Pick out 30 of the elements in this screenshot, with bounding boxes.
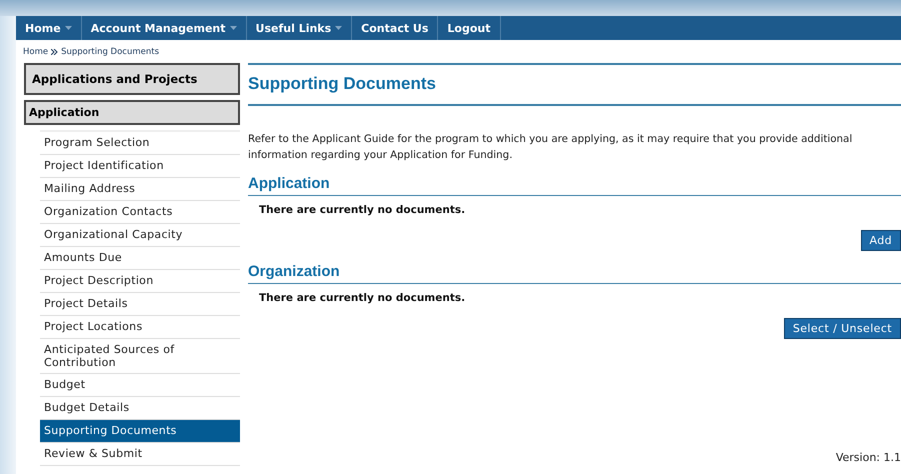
breadcrumb-link[interactable]: Supporting Documents <box>61 47 160 57</box>
sidebar-item[interactable]: Project Description <box>40 270 240 293</box>
sidebar-item[interactable]: Project Locations <box>40 316 240 339</box>
caret-icon <box>64 26 72 30</box>
empty-message: There are currently no documents. <box>258 291 466 304</box>
breadcrumb-link[interactable]: Home <box>23 47 48 57</box>
sidebar-header[interactable]: Application <box>24 100 240 125</box>
version-text: Version: 1.1 <box>836 451 901 466</box>
sidebar-item[interactable]: Review & Submit <box>40 443 240 466</box>
sidebar-item[interactable]: Project Identification <box>40 155 240 178</box>
page-title: Supporting Documents <box>248 63 901 106</box>
sidebar-item[interactable]: Mailing Address <box>40 178 240 201</box>
sidebar-item[interactable]: Anticipated Sources of Contribution <box>40 339 240 374</box>
action-button[interactable]: Select / Unselect <box>784 318 901 339</box>
section-heading: Application <box>248 171 901 196</box>
sidebar-item[interactable]: Organizational Capacity <box>40 224 240 247</box>
caret-icon <box>335 26 342 30</box>
empty-message: There are currently no documents. <box>258 203 466 216</box>
sidebar-header[interactable]: Applications and Projects <box>24 63 240 95</box>
sidebar-item[interactable]: Budget <box>40 374 240 397</box>
sidebar-item[interactable]: Program Selection <box>40 132 240 155</box>
section-heading: Organization <box>248 259 901 284</box>
caret-icon <box>230 26 237 30</box>
intro-text: Refer to the Applicant Guide for the program to which you are applying, as it may require that you provide additional information regarding your Application for Funding. <box>248 132 854 163</box>
sidebar-item[interactable]: Organization Contacts <box>40 201 240 224</box>
sidebar-item[interactable]: Amounts Due <box>40 247 240 270</box>
sidebar-item[interactable]: Supporting Documents <box>40 420 240 443</box>
sidebar-item[interactable]: Project Details <box>40 293 240 316</box>
action-button[interactable]: Add <box>860 230 901 251</box>
breadcrumb-separator-icon <box>51 49 58 55</box>
